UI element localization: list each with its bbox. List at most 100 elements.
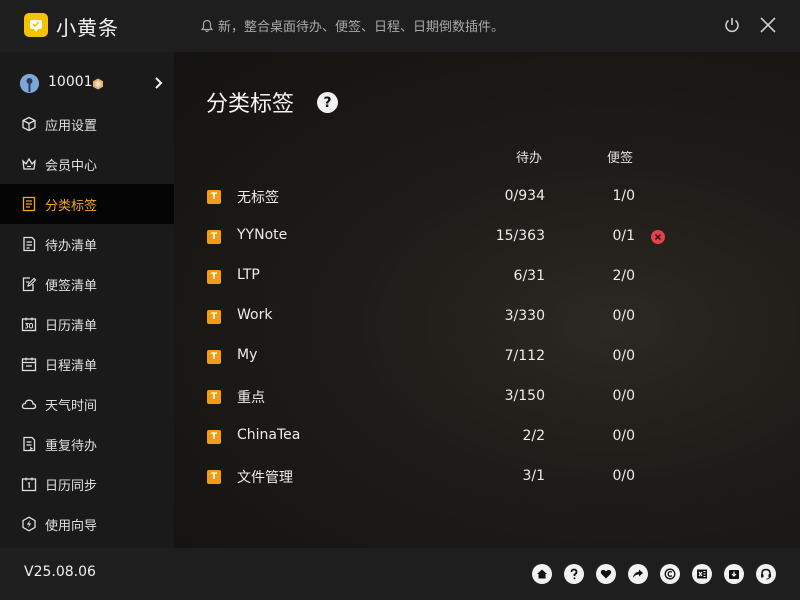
sidebar-item-label: 天气时间 <box>45 399 98 414</box>
tag-name: Work <box>237 307 273 323</box>
sidebar-item-label: 日程清单 <box>45 359 98 374</box>
export-excel-button[interactable] <box>692 564 712 584</box>
settings-cube-icon <box>20 115 38 133</box>
sidebar-item-category-tags[interactable]: 分类标签 <box>0 184 174 224</box>
table-row[interactable]: T 重点 3/150 0/0 <box>174 381 800 421</box>
sidebar-item-todo-list[interactable]: 待办清单 <box>0 224 174 264</box>
sidebar-item-member-center[interactable]: 会员中心 <box>0 144 174 184</box>
column-header-todo: 待办 <box>516 151 543 166</box>
note-count: 1/0 <box>612 188 635 204</box>
note-count: 0/0 <box>612 348 635 364</box>
support-icon <box>761 568 771 580</box>
tag-name: 重点 <box>237 390 265 406</box>
copyright-icon <box>664 568 676 580</box>
note-count: 0/0 <box>612 428 635 444</box>
sidebar-item-calendar-sync[interactable]: 日历同步 <box>0 464 174 504</box>
share-icon <box>633 569 643 578</box>
todo-count: 0/934 <box>504 188 545 204</box>
tag-name: 文件管理 <box>237 470 293 486</box>
help-icon[interactable]: ? <box>317 92 338 113</box>
home-icon <box>537 569 547 579</box>
repeat-icon <box>20 435 38 453</box>
table-row[interactable]: T 无标签 0/934 1/0 <box>174 181 800 221</box>
tag-icon: T <box>207 390 221 404</box>
sidebar-item-label: 会员中心 <box>45 159 98 174</box>
crown-icon <box>20 155 38 173</box>
table-row[interactable]: T My 7/112 0/0 <box>174 341 800 381</box>
sidebar-item-repeat-todo[interactable]: 重复待办 <box>0 424 174 464</box>
sidebar-item-schedule-list[interactable]: 日程清单 <box>0 344 174 384</box>
app-name: 小黄条 <box>56 16 119 40</box>
sidebar-item-note-list[interactable]: 便签清单 <box>0 264 174 304</box>
tag-icon: T <box>207 430 221 444</box>
footer-bar: V25.08.06 <box>0 548 800 600</box>
tag-icon: T <box>207 470 221 484</box>
tag-icon: T <box>207 350 221 364</box>
excel-export-icon <box>697 569 707 579</box>
table-row[interactable]: T 文件管理 3/1 0/0 <box>174 461 800 501</box>
calendar-sync-icon <box>20 475 38 493</box>
vip-badge-icon <box>93 78 103 90</box>
todo-list-icon <box>20 235 38 253</box>
todo-count: 2/2 <box>522 428 545 444</box>
note-count: 0/1 <box>612 228 635 244</box>
table-row[interactable]: T LTP 6/31 2/0 <box>174 261 800 301</box>
main-panel: 分类标签 ? 待办 便签 T 无标签 0/934 1/0 T YYNote 15… <box>174 52 800 548</box>
copyright-button[interactable] <box>660 564 680 584</box>
table-row[interactable]: T YYNote 15/363 0/1 <box>174 221 800 261</box>
version-label: V25.08.06 <box>24 564 96 580</box>
avatar <box>20 74 39 93</box>
tag-name: My <box>237 347 258 363</box>
sidebar-item-label: 重复待办 <box>45 439 98 454</box>
sidebar-item-label: 日历同步 <box>45 479 98 494</box>
user-account-row[interactable]: 10001 <box>0 66 174 100</box>
favorite-button[interactable] <box>596 564 616 584</box>
delete-tag-button[interactable] <box>651 230 665 244</box>
note-count: 0/0 <box>612 308 635 324</box>
column-header-note: 便签 <box>607 151 634 166</box>
todo-count: 6/31 <box>513 268 545 284</box>
import-button[interactable] <box>724 564 744 584</box>
tag-icon: T <box>207 230 221 244</box>
todo-count: 3/330 <box>504 308 545 324</box>
note-count: 0/0 <box>612 468 635 484</box>
tag-icon: T <box>207 270 221 284</box>
cloud-icon <box>20 395 38 413</box>
sidebar: 10001 应用设置 会员中心 分类标签 待办清单 便签清单 日历清单 日程清单… <box>0 52 174 548</box>
sidebar-item-label: 便签清单 <box>45 279 98 294</box>
close-icon <box>654 233 662 241</box>
help-button[interactable] <box>564 564 584 584</box>
sidebar-item-app-settings[interactable]: 应用设置 <box>0 104 174 144</box>
note-count: 2/0 <box>612 268 635 284</box>
tag-icon: T <box>207 190 221 204</box>
note-count: 0/0 <box>612 388 635 404</box>
title-bar: 小黄条 新，整合桌面待办、便签、日程、日期倒数插件。 <box>0 0 800 52</box>
home-button[interactable] <box>532 564 552 584</box>
tag-name: YYNote <box>237 227 288 243</box>
notice-text: 新，整合桌面待办、便签、日程、日期倒数插件。 <box>218 20 505 35</box>
table-row[interactable]: T ChinaTea 2/2 0/0 <box>174 421 800 461</box>
calendar-30-icon <box>20 315 38 333</box>
close-button[interactable] <box>758 15 778 35</box>
chevron-right-icon <box>155 77 163 89</box>
todo-count: 3/150 <box>504 388 545 404</box>
notice-banner[interactable]: 新，整合桌面待办、便签、日程、日期倒数插件。 <box>200 16 504 35</box>
support-button[interactable] <box>756 564 776 584</box>
tag-name: ChinaTea <box>237 427 301 443</box>
schedule-icon <box>20 355 38 373</box>
sidebar-item-label: 分类标签 <box>45 199 98 214</box>
todo-count: 7/112 <box>504 348 545 364</box>
share-button[interactable] <box>628 564 648 584</box>
sidebar-item-calendar-list[interactable]: 日历清单 <box>0 304 174 344</box>
table-row[interactable]: T Work 3/330 0/0 <box>174 301 800 341</box>
bell-icon <box>200 19 214 32</box>
import-icon <box>729 570 739 579</box>
sidebar-item-weather-time[interactable]: 天气时间 <box>0 384 174 424</box>
help-icon <box>570 568 578 580</box>
tag-name: LTP <box>237 267 260 283</box>
sidebar-item-label: 日历清单 <box>45 319 98 334</box>
compass-icon <box>20 515 38 533</box>
sidebar-item-user-guide[interactable]: 使用向导 <box>0 504 174 544</box>
power-button[interactable] <box>722 15 742 35</box>
page-title: 分类标签 <box>206 92 295 117</box>
